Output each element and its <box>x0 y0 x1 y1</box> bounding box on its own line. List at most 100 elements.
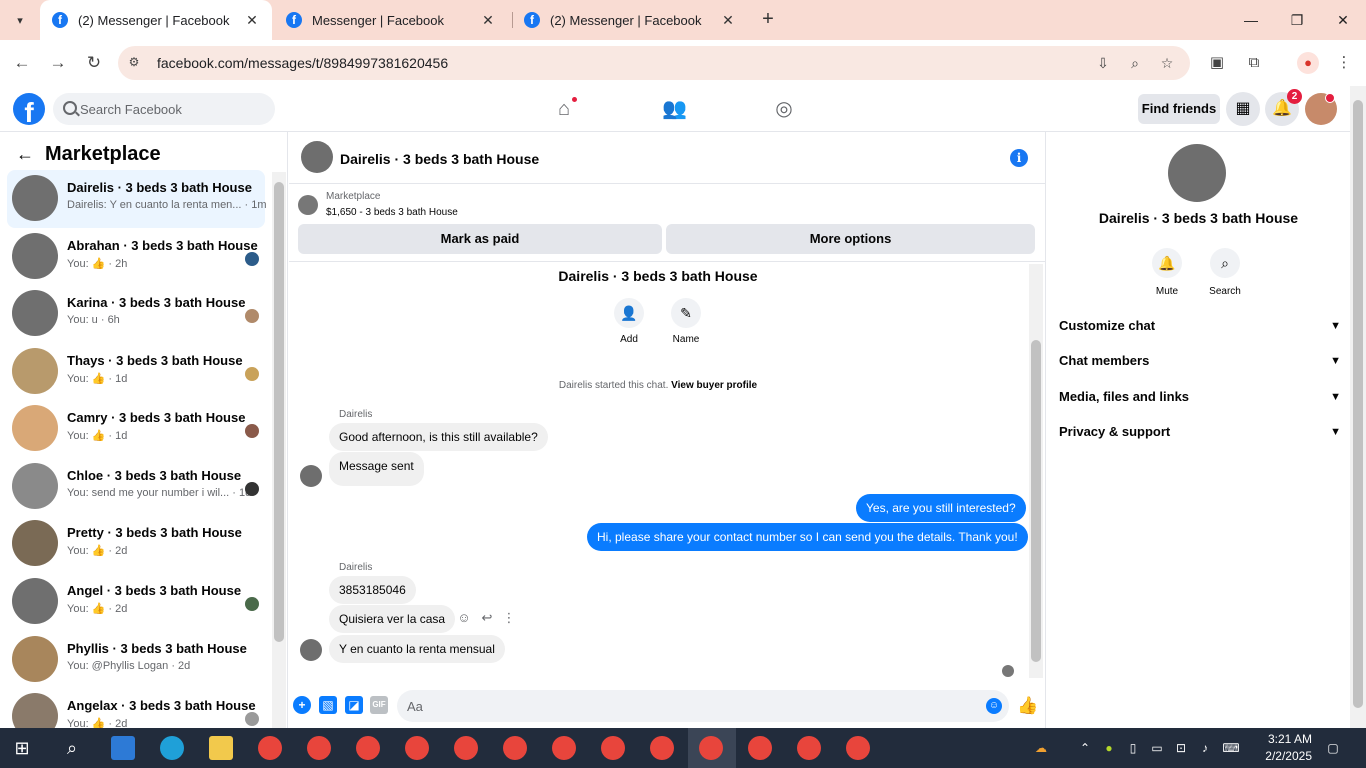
tab-search-chevron-icon[interactable]: ▾ <box>8 8 32 32</box>
browser-tab-3[interactable]: f (2) Messenger | Facebook ✕ <box>512 0 748 40</box>
install-app-icon[interactable]: ⇩ <box>1094 54 1112 72</box>
chat-scrollbar[interactable] <box>1029 264 1043 678</box>
chat-members-row[interactable]: Chat members ▼ <box>1059 349 1341 373</box>
menu-grid-icon[interactable]: ▦ <box>1226 92 1260 126</box>
conversation-item[interactable]: Dairelis · 3 beds 3 bath House Dairelis:… <box>7 170 267 228</box>
new-tab-icon[interactable]: + <box>756 8 780 32</box>
conversation-item[interactable]: Camry · 3 beds 3 bath House You: 👍 · 1d <box>7 400 265 458</box>
customize-chat-row[interactable]: Customize chat ▼ <box>1059 314 1341 338</box>
scrollbar-thumb[interactable] <box>274 182 284 642</box>
chrome-icon[interactable] <box>503 736 527 760</box>
message-input[interactable] <box>397 690 1009 722</box>
forward-icon[interactable]: → <box>46 51 70 75</box>
browser-tab-1[interactable]: f (2) Messenger | Facebook ✕ <box>40 0 272 40</box>
tab-close-icon[interactable]: ✕ <box>480 12 496 29</box>
store-icon[interactable] <box>111 736 135 760</box>
chat-title[interactable]: Dairelis · 3 beds 3 bath House <box>340 151 539 167</box>
reply-icon[interactable]: ↩ <box>479 610 495 626</box>
sender-avatar[interactable] <box>300 639 322 661</box>
scrollbar-thumb[interactable] <box>1353 100 1363 708</box>
message-bubble[interactable]: Quisiera ver la casa <box>329 605 456 633</box>
message-bubble[interactable]: Yes, are you still interested? <box>856 494 1026 522</box>
add-people-action[interactable]: 👤 Add <box>599 298 659 345</box>
conversation-item[interactable]: Phyllis · 3 beds 3 bath House You: @Phyl… <box>7 631 265 689</box>
name-chat-action[interactable]: ✎ Name <box>656 298 716 345</box>
media-icon[interactable]: ▣ <box>1206 52 1228 74</box>
chrome-icon[interactable] <box>601 736 625 760</box>
file-explorer-icon[interactable] <box>209 736 233 760</box>
extensions-icon[interactable]: ⧉ <box>1243 52 1265 74</box>
chrome-icon[interactable] <box>650 736 674 760</box>
plus-actions-icon[interactable]: + <box>293 696 311 714</box>
browser-tab-2[interactable]: f Messenger | Facebook ✕ <box>274 0 508 40</box>
find-friends-button[interactable]: Find friends <box>1138 94 1220 124</box>
back-arrow-icon[interactable]: ← <box>16 144 34 165</box>
friends-icon[interactable]: 👥 <box>662 97 687 121</box>
message-bubble[interactable]: Good afternoon, is this still available? <box>329 423 548 451</box>
emoji-icon[interactable]: ☺ <box>986 698 1002 714</box>
tray-app-icon[interactable]: ● <box>1100 739 1118 757</box>
facebook-logo-icon[interactable]: f <box>13 93 45 125</box>
profile-icon[interactable]: ● <box>1297 52 1319 74</box>
chrome-icon[interactable] <box>699 736 723 760</box>
search-icon[interactable]: ⌕ <box>62 738 82 758</box>
conversation-item[interactable]: Abrahan · 3 beds 3 bath House You: 👍 · 2… <box>7 228 265 286</box>
sender-avatar[interactable] <box>300 465 322 487</box>
search-action[interactable]: ⌕ Search <box>1195 248 1255 297</box>
reload-icon[interactable]: ↻ <box>82 51 106 75</box>
mute-action[interactable]: 🔔 Mute <box>1137 248 1197 297</box>
zoom-icon[interactable]: ⌕ <box>1126 54 1144 72</box>
message-bubble[interactable]: 3853185046 <box>329 576 416 604</box>
message-bubble[interactable]: Message sent <box>329 452 424 486</box>
more-actions-icon[interactable]: ⋮ <box>501 610 517 626</box>
privacy-support-row[interactable]: Privacy & support ▼ <box>1059 420 1341 444</box>
tray-device-icon[interactable]: ▯ <box>1124 739 1142 757</box>
chrome-icon[interactable] <box>405 736 429 760</box>
message-bubble[interactable]: Hi, please share your contact number so … <box>587 523 1028 551</box>
notification-center-icon[interactable]: ▢ <box>1324 739 1342 757</box>
network-icon[interactable]: ⊡ <box>1172 739 1190 757</box>
conversation-item[interactable]: Angel · 3 beds 3 bath House You: 👍 · 2d <box>7 573 265 631</box>
conversation-item[interactable]: Thays · 3 beds 3 bath House You: 👍 · 1d <box>7 343 265 401</box>
conversation-item[interactable]: Angelax · 3 beds 3 bath House You: 👍 · 2… <box>7 688 265 728</box>
sticker-icon[interactable]: ◪ <box>345 696 363 714</box>
conversation-item[interactable]: Pretty · 3 beds 3 bath House You: 👍 · 2d <box>7 515 265 573</box>
attach-photo-icon[interactable]: ▧ <box>319 696 337 714</box>
mark-as-paid-button[interactable]: Mark as paid <box>298 224 662 254</box>
conversation-list-scrollbar[interactable] <box>272 172 286 728</box>
chrome-icon[interactable] <box>748 736 772 760</box>
keyboard-icon[interactable]: ⌨ <box>1222 739 1240 757</box>
chat-avatar[interactable] <box>301 141 333 173</box>
edge-icon[interactable] <box>160 736 184 760</box>
battery-icon[interactable]: ▭ <box>1148 739 1166 757</box>
tab-close-icon[interactable]: ✕ <box>720 12 736 29</box>
back-icon[interactable]: ← <box>10 51 34 75</box>
weather-icon[interactable]: ☁ <box>1030 739 1052 757</box>
react-emoji-icon[interactable]: ☺ <box>456 610 472 626</box>
bookmark-star-icon[interactable]: ☆ <box>1158 54 1176 72</box>
conversation-item[interactable]: Chloe · 3 beds 3 bath House You: send me… <box>7 458 265 516</box>
listing-price[interactable]: $1,650 - 3 beds 3 bath House <box>326 207 458 218</box>
chrome-icon[interactable] <box>356 736 380 760</box>
conversation-item[interactable]: Karina · 3 beds 3 bath House You: u · 6h <box>7 285 265 343</box>
windows-start-icon[interactable]: ⊞ <box>12 738 32 758</box>
chat-details-avatar[interactable] <box>1168 144 1226 202</box>
chrome-icon[interactable] <box>258 736 282 760</box>
chrome-icon[interactable] <box>454 736 478 760</box>
browser-menu-icon[interactable]: ⋮ <box>1333 52 1355 74</box>
volume-icon[interactable]: ♪ <box>1196 739 1214 757</box>
close-window-icon[interactable]: ✕ <box>1320 0 1366 40</box>
gif-icon[interactable]: GIF <box>370 696 388 714</box>
minimize-icon[interactable]: — <box>1228 0 1274 40</box>
url-text[interactable]: facebook.com/messages/t/8984997381620456 <box>157 55 448 71</box>
chrome-icon[interactable] <box>307 736 331 760</box>
chrome-icon[interactable] <box>846 736 870 760</box>
address-bar[interactable]: ⚙ facebook.com/messages/t/89849973816204… <box>118 46 1190 80</box>
message-bubble[interactable]: Y en cuanto la renta mensual <box>329 635 505 663</box>
site-info-icon[interactable]: ⚙ <box>126 55 142 71</box>
chrome-icon[interactable] <box>797 736 821 760</box>
page-scrollbar[interactable] <box>1350 86 1366 728</box>
chrome-icon[interactable] <box>552 736 576 760</box>
facebook-search[interactable] <box>53 93 275 125</box>
groups-icon[interactable]: ◎ <box>772 97 796 121</box>
